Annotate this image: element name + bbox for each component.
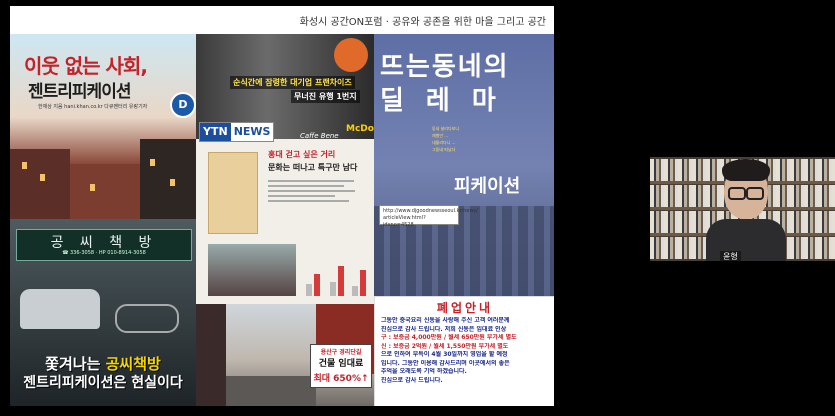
store-sign-phone: ☎ 336-3058 · HP 010-8914-3058 xyxy=(62,250,146,256)
poster-small-text: 내몰리다니 ... xyxy=(432,140,456,145)
rent-increase-sign: 용산구 경리단길 건물 임대료 최대 650%↑ xyxy=(310,344,372,388)
participant-name: 윤형 xyxy=(720,251,741,261)
book-title: 이웃 없는 사회, xyxy=(24,54,148,78)
chart-bar xyxy=(338,266,344,296)
person-body xyxy=(706,219,786,261)
store-sign-name: 공 씨 책 방 xyxy=(50,235,158,251)
chart-bar xyxy=(330,282,336,296)
window-shape xyxy=(40,174,45,181)
news-headline-1: 순식간에 잠령한 대기업 프랜차이즈 xyxy=(230,76,355,89)
building-blocks-illustration xyxy=(208,152,258,234)
poster-title-line-2: 딜레마 xyxy=(380,86,518,116)
article-title: 홍대 걷고 싶은 거리 xyxy=(268,150,336,159)
news-headline-2: 무너진 유행 1번지 xyxy=(291,90,360,103)
tooltip-line-1: http://www.djgoodnewsseoul.kr/news/ xyxy=(383,208,478,214)
poster-word: 피케이션 xyxy=(454,176,521,197)
street-image: 용산구 경리단길 건물 임대료 최대 650%↑ xyxy=(196,304,374,406)
car-shape xyxy=(20,289,100,329)
chart-bar xyxy=(360,270,366,296)
window-shape xyxy=(90,184,95,191)
notice-line: 진심으로 감사 드립니다. xyxy=(381,376,443,384)
notice-title: 폐업안내 xyxy=(436,301,494,315)
rent-sign-line-2: 건물 임대료 xyxy=(318,359,364,369)
chart-bar xyxy=(306,284,312,296)
publisher-badge: D xyxy=(170,92,196,118)
image-collage: 이웃 없는 사회, 젠트리피케이션 한재상 지음 hani.khan.co.kr… xyxy=(10,34,554,406)
building-shape xyxy=(196,304,226,406)
burger-king-logo xyxy=(334,38,368,72)
ytn-news-logo: YTN NEWS xyxy=(199,122,275,142)
glasses-icon xyxy=(728,187,764,200)
building-shape xyxy=(70,164,140,219)
window-shape xyxy=(150,159,155,166)
bookstore-image: 공 씨 책 방 ☎ 336-3058 · HP 010-8914-3058 쫓겨… xyxy=(10,219,196,406)
book-author: 한재상 지음 hani.khan.co.kr 다큐멘터리 유랑기자 xyxy=(38,104,148,110)
chart-bar xyxy=(314,274,320,296)
headline-highlight: 공씨책방 xyxy=(105,355,161,373)
poster-small-text: 재벌만 ... xyxy=(432,133,449,138)
mini-bar-chart xyxy=(304,256,366,296)
rent-sign-line-3: 최대 650%↑ xyxy=(313,374,369,384)
notice-line: 추억을 오래도록 기억 하겠습니다. xyxy=(381,368,467,375)
book-subtitle: 젠트리피케이션 xyxy=(28,82,131,102)
tooltip-line-2: articleView.html?idxno=4528 xyxy=(383,215,426,228)
presentation-slide: 화성시 공간ON포럼 · 공유와 공존을 위한 마을 그리고 공간 이웃 없는 … xyxy=(10,6,554,406)
window-shape xyxy=(170,179,175,186)
cafe-sign: Caffe Bene xyxy=(300,132,339,140)
news-logo-text: NEWS xyxy=(233,125,271,138)
book-cover-image: 이웃 없는 사회, 젠트리피케이션 한재상 지음 hani.khan.co.kr… xyxy=(10,34,196,219)
closure-notice-image: 폐업안내 그동안 중국요리 신동을 사랑해 주신 고객 여러분께 진심으로 감사… xyxy=(374,296,554,406)
bicycle-shape xyxy=(115,304,179,333)
slide-header: 화성시 공간ON포럼 · 공유와 공존을 위한 마을 그리고 공간 xyxy=(10,6,554,35)
article-subtitle: 문화는 떠나고 특구만 남다 xyxy=(268,163,358,172)
participant-video-tile[interactable]: 윤형 xyxy=(650,157,835,261)
window-shape xyxy=(22,162,27,169)
bookstore-headline-2: 젠트리피케이션은 현실이다 xyxy=(23,375,183,391)
bookstore-headline: 쫓겨나는 공씨책방 xyxy=(10,353,196,374)
mcdonalds-sign: McDon xyxy=(346,124,374,134)
building-shape xyxy=(10,149,70,219)
notice-line: 으로 인하여 부득이 4월 30일까지 영업을 할 예정 xyxy=(381,351,508,358)
ytn-logo-text: YTN xyxy=(200,123,231,141)
notice-line: 신 : 보증금 2억원 / 월세 1,550만원 부가세 별도 xyxy=(381,342,509,350)
poster-small-text: 그동네 떠났다 xyxy=(432,147,456,152)
road-shape xyxy=(226,376,316,406)
news-clipping-image: 순식간에 잠령한 대기업 프랜차이즈 무너진 유행 1번지 YTN NEWS C… xyxy=(196,34,374,304)
notice-lines: 그동안 중국요리 신동을 사랑해 주신 고객 여러분께 진심으로 감사 드립니다… xyxy=(375,317,551,385)
article-body xyxy=(268,180,363,205)
rent-sign-line-1: 용산구 경리단길 xyxy=(320,349,362,356)
person-hair xyxy=(722,159,770,181)
poster-title-line-1: 뜨는동네의 xyxy=(380,52,510,82)
notice-line: 그동안 중국요리 신동을 사랑해 주신 고객 여러분께 xyxy=(381,317,510,324)
poster-small-text: 동네 살리다보니 xyxy=(432,126,460,131)
building-shape xyxy=(140,139,196,219)
notice-line: 입니다. 그동안 이용해 감사드리며 이곳에서의 좋은 xyxy=(381,359,510,367)
chart-bar xyxy=(352,286,358,296)
slide-title: 화성시 공간ON포럼 · 공유와 공존을 위한 마을 그리고 공간 xyxy=(299,17,546,28)
url-tooltip: http://www.djgoodnewsseoul.kr/news/ arti… xyxy=(379,205,478,228)
crowd-photo xyxy=(208,244,296,296)
store-sign: 공 씨 책 방 ☎ 336-3058 · HP 010-8914-3058 xyxy=(16,229,192,261)
notice-line: 구 : 보증금 4,000만원 / 월세 650만원 부가세 별도 xyxy=(381,334,517,341)
headline-part: 쫓겨나는 xyxy=(45,355,106,373)
notice-line: 진심으로 감사 드립니다. 저희 신동은 임대료 인상 xyxy=(381,325,507,333)
dilemma-poster: 뜨는동네의 딜레마 동네 살리다보니 재벌만 ... 내몰리다니 ... 그동네… xyxy=(374,34,554,296)
